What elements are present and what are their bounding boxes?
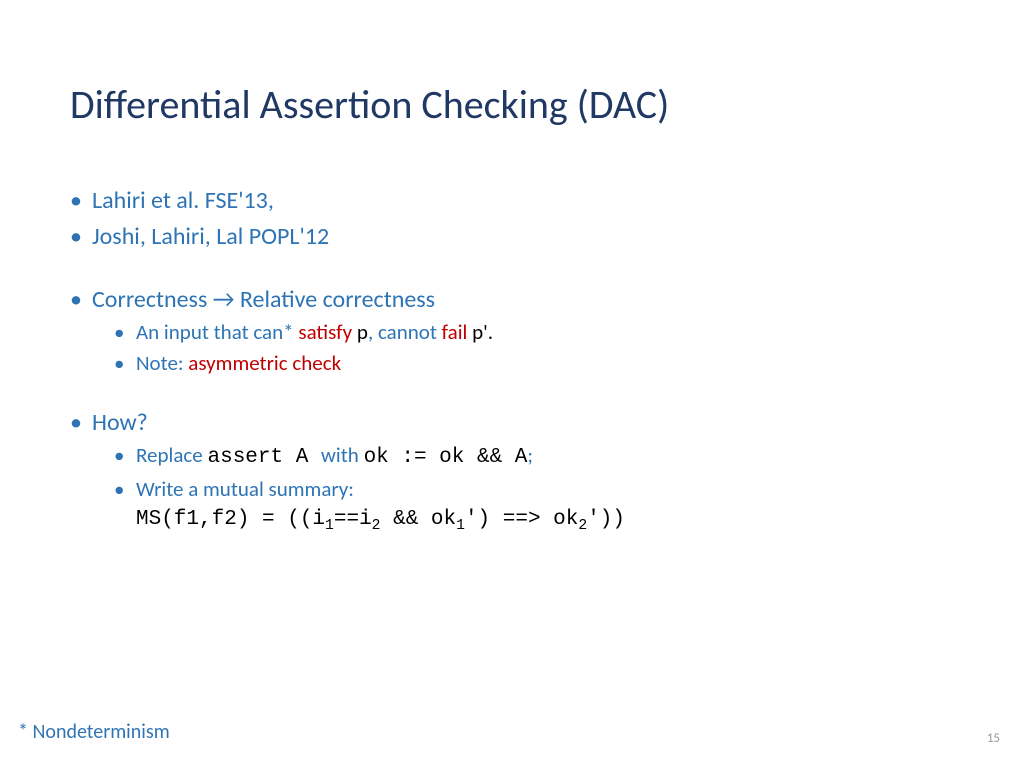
bullet-how: How? Replace assert A with ok := ok && A…: [70, 407, 950, 534]
text: Joshi, Lahiri, Lal POPL'12: [92, 222, 329, 251]
slide: Differential Assertion Checking (DAC) La…: [0, 0, 1024, 768]
code-ms: MS(f1,f2) = ((i1==i2 && ok1') ==> ok2')): [136, 508, 625, 531]
text: An input that can*: [136, 319, 298, 345]
code-ok: ok := ok && A: [364, 446, 528, 469]
bullet-summary: Write a mutual summary: MS(f1,f2) = ((i1…: [114, 475, 950, 535]
bullet-replace: Replace assert A with ok := ok && A;: [114, 441, 950, 472]
text-p: p: [352, 319, 368, 345]
text: Relative correctness: [234, 285, 435, 314]
footnote: * Nondeterminism: [18, 720, 170, 744]
text: ;: [527, 442, 533, 468]
bullet-note: Note: asymmetric check: [114, 349, 950, 377]
arrow-icon: →: [213, 285, 235, 314]
slide-body: Lahiri et al. FSE'13, Joshi, Lahiri, Lal…: [70, 185, 950, 538]
text: Correctness: [92, 285, 213, 314]
text: ,: [368, 319, 378, 345]
text-pprime: p'.: [467, 319, 493, 345]
text: Note:: [136, 350, 188, 376]
bullet-correctness: Correctness → Relative correctness An in…: [70, 284, 950, 377]
text-fail: fail: [437, 319, 467, 345]
text-cannot: cannot: [378, 319, 437, 345]
text: How?: [92, 408, 148, 437]
text-asym: asymmetric check: [188, 350, 341, 376]
text: with: [321, 442, 364, 468]
code-assert: assert A: [207, 446, 320, 469]
bullet-ref2: Joshi, Lahiri, Lal POPL'12: [70, 221, 950, 253]
text: Replace: [136, 442, 207, 468]
text: Write a mutual summary:: [136, 476, 354, 502]
text-satisfy: satisfy: [298, 319, 352, 345]
text: Lahiri et al. FSE'13,: [92, 186, 274, 215]
slide-title: Differential Assertion Checking (DAC): [70, 80, 669, 129]
page-number: 15: [987, 731, 1000, 746]
bullet-ref1: Lahiri et al. FSE'13,: [70, 185, 950, 217]
bullet-input: An input that can* satisfy p, cannot fai…: [114, 318, 950, 346]
